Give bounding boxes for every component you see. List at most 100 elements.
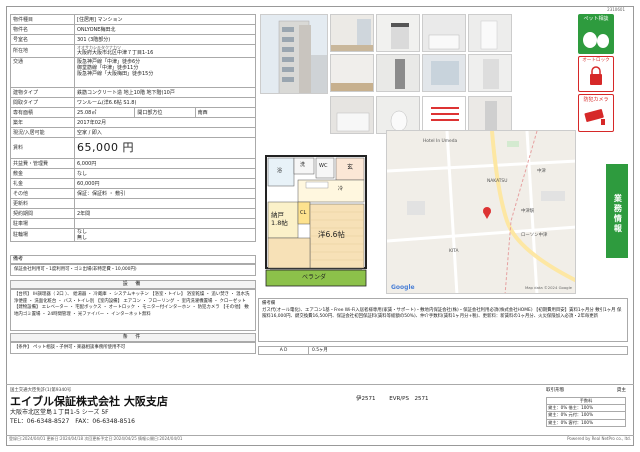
remarks-box: 備考欄 ガス代(オール電化)、エアコン1基・Free Wi-Fi入居者様専用(家… xyxy=(258,298,628,342)
location-map[interactable]: Hotel In Umeda 中津 NAKATSU 中津駅 KITA ローソン中… xyxy=(386,130,576,294)
row-other: その他 保証：保証料 ・ 敷引 xyxy=(10,188,256,199)
view-photo xyxy=(422,54,466,92)
deposit: なし xyxy=(74,168,256,179)
movein: 空家 / 即入 xyxy=(74,127,256,138)
camera-badge-label: 防犯カメラ xyxy=(583,97,609,103)
row-deposit: 敷金 なし xyxy=(10,168,256,179)
bath-photo xyxy=(422,14,466,52)
room-number: 301 (3階部分) xyxy=(74,34,256,45)
powered-by: Powered by Real NetPro co., ltd. xyxy=(567,436,631,441)
pet-notice xyxy=(422,96,466,134)
storage-photo xyxy=(468,96,512,134)
company-phone: TEL：06-6348-8527 FAX：06-6348-8516 xyxy=(10,417,135,425)
fp-cl: CL xyxy=(300,210,307,216)
map-copyright: Map data ©2024 Google xyxy=(524,285,572,291)
code-2: EVR/PS 2571 xyxy=(389,396,429,402)
fee-table: 手数料 貸主：0% 借主：100% 貸主：0% 元付：100% 貸主：0% 客付… xyxy=(546,396,626,428)
pet-icon xyxy=(583,32,609,48)
fp-laundry: 洗 xyxy=(300,162,306,168)
fee-type: 貸主 xyxy=(616,388,626,393)
property-details-table: 物件種目 [住居用] マンション 物件名 ONLYONE梅田北 号室名 301 … xyxy=(10,14,256,242)
property-name: ONLYONE梅田北 xyxy=(74,24,256,35)
address-value: 大阪府大阪市北区中津７丁目1-16 xyxy=(77,50,154,57)
fp-bath: 浴 xyxy=(277,168,283,174)
row-traffic: 交通 阪急神戸線「中津」徒歩6分 御堂筋線「中津」徒歩11分 阪急神戸線「大阪梅… xyxy=(10,57,256,88)
business-info-tab[interactable]: 業務情報 xyxy=(606,164,628,258)
row-name: 物件名 ONLYONE梅田北 xyxy=(10,24,256,35)
kitchen-photo xyxy=(376,14,420,52)
map-place-3: NAKATSU xyxy=(487,179,508,184)
map-place-4: 中津駅 xyxy=(521,209,535,214)
fee-header: 手数料 xyxy=(546,396,626,406)
remarks-title: 備考欄 xyxy=(262,301,276,306)
print-dates: 登録日:2024/04/01 更新日:2024/04/18 次回更新予定日:20… xyxy=(9,436,183,441)
closet-photo xyxy=(468,54,512,92)
building-exterior-photo xyxy=(260,14,328,94)
exposure: 南西 xyxy=(197,109,208,116)
row-layout: 間取タイプ ワンルーム(洋6.6帖 S1.8) xyxy=(10,97,256,108)
remarks-text: ガス代(オール電化)、エアコン1基・Free Wi-Fi入居者様専用(家賃・サポ… xyxy=(262,307,622,320)
map-place-2: 中津 xyxy=(537,169,546,174)
row-rent: 賃料 65,000 円 xyxy=(10,137,256,159)
memo-label: 備考 xyxy=(10,255,256,264)
row-contract: 契約期間 2年間 xyxy=(10,208,256,219)
renewal-fee xyxy=(74,198,256,209)
entrance-photo xyxy=(376,54,420,92)
building-illustration xyxy=(261,15,327,93)
fee-terms: 取引形態 貸主 手数料 貸主：0% 借主：100% 貸主：0% 元付：100% … xyxy=(546,388,626,428)
autolock-badge: オートロック xyxy=(578,56,614,92)
exposure-label: 開口部方位 xyxy=(137,109,163,116)
bottom-line: 登録日:2024/04/01 更新日:2024/04/18 次回更新予定日:20… xyxy=(6,436,634,442)
company-info: 国土交通大臣免許(1)第9340号 エイブル保証株式会社 大阪支店 大阪市北区堂… xyxy=(10,388,290,426)
fp-entrance: 玄 xyxy=(347,164,354,171)
footer-divider xyxy=(6,384,634,385)
map-place-1: Hotel In Umeda xyxy=(423,139,458,144)
row-room: 号室名 301 (3階部分) xyxy=(10,34,256,45)
fp-storage: 納戸 1.8帖 xyxy=(271,211,288,227)
code-1: 伊2571 xyxy=(356,396,376,402)
row-address: 所在地 オオサカシキタクナカツ 大阪府大阪市北区中津７丁目1-16 xyxy=(10,44,256,58)
management-fee: 6,000円 xyxy=(74,158,256,169)
equipment-text: 【台所】 IH調理器（ 2口 ）、 給湯器 ・ 冷蔵庫 ・ システムキッチン 【… xyxy=(10,289,256,331)
fee-row-2: 貸主：0% 元付：100% xyxy=(546,411,626,420)
area: 25.08㎡ xyxy=(77,109,97,116)
google-logo: Google xyxy=(391,283,415,291)
ad-value: 0.5ヶ月 xyxy=(312,347,328,353)
row-mgmt: 共益費・管理費 6,000円 xyxy=(10,158,256,169)
rent: 65,000 円 xyxy=(74,137,256,159)
conditions-title: 条 件 xyxy=(10,333,256,342)
built: 2017年02月 xyxy=(74,117,256,128)
ad-label: ＡＤ xyxy=(259,347,309,354)
structure: 鉄筋コンクリート造 地上10階 地下階(10戸 xyxy=(74,87,256,98)
bike: なし 無し xyxy=(74,228,256,242)
parking xyxy=(74,218,256,229)
property-type: [住居用] マンション xyxy=(74,14,256,25)
toilet-photo xyxy=(376,96,420,134)
contract-period: 2年間 xyxy=(74,208,256,219)
map-place-5: KITA xyxy=(449,249,459,254)
pet-badge-label: ペット相談 xyxy=(583,16,609,22)
map-place-6: ローソン中津 xyxy=(521,233,548,238)
equipment-title: 設 備 xyxy=(10,280,256,289)
floor-plan: 浴 洗 WC 玄 冷 CL 納戸 1.8帖 洋6.6帖 ベランダ xyxy=(258,150,376,296)
company-name: エイブル保証株式会社 大阪支店 xyxy=(10,395,168,409)
row-area: 専有面積 25.08㎡ 開口部方位 南西 xyxy=(10,107,256,118)
row-movein: 現況/入居可能 空家 / 即入 xyxy=(10,127,256,138)
conditions-text: 【条件】 ペット相談・子供可・楽器相談事務所使用不可 xyxy=(10,342,256,354)
row-key: 礼金 60,000円 xyxy=(10,178,256,189)
row-parking: 駐車場 xyxy=(10,218,256,229)
bathtub-photo xyxy=(330,96,374,134)
traffic: 阪急神戸線「中津」徒歩6分 御堂筋線「中津」徒歩11分 阪急神戸線「大阪梅田」徒… xyxy=(74,57,256,88)
row-renewal: 更新料 xyxy=(10,198,256,209)
memo-text: 保証会社利用可・1度利用可・ゴミ出場(非特定費・10,000円) xyxy=(10,264,256,276)
row-bike: 駐輪場 なし 無し xyxy=(10,228,256,242)
company-address: 大阪市北区堂島１丁目1-5 シーズ 5F xyxy=(10,409,109,417)
document-number: 2310601 xyxy=(607,7,625,12)
reference-codes: 伊2571 EVR/PS 2571 xyxy=(356,396,428,403)
ad-row: ＡＤ 0.5ヶ月 xyxy=(258,346,628,355)
room-photo-1 xyxy=(330,14,374,52)
fee-title: 取引形態 xyxy=(546,388,565,393)
pet-badge: ペット相談 xyxy=(578,14,614,54)
row-structure: 建物タイプ 鉄筋コンクリート造 地上10階 地下階(10戸 xyxy=(10,87,256,98)
camera-icon xyxy=(584,109,605,125)
